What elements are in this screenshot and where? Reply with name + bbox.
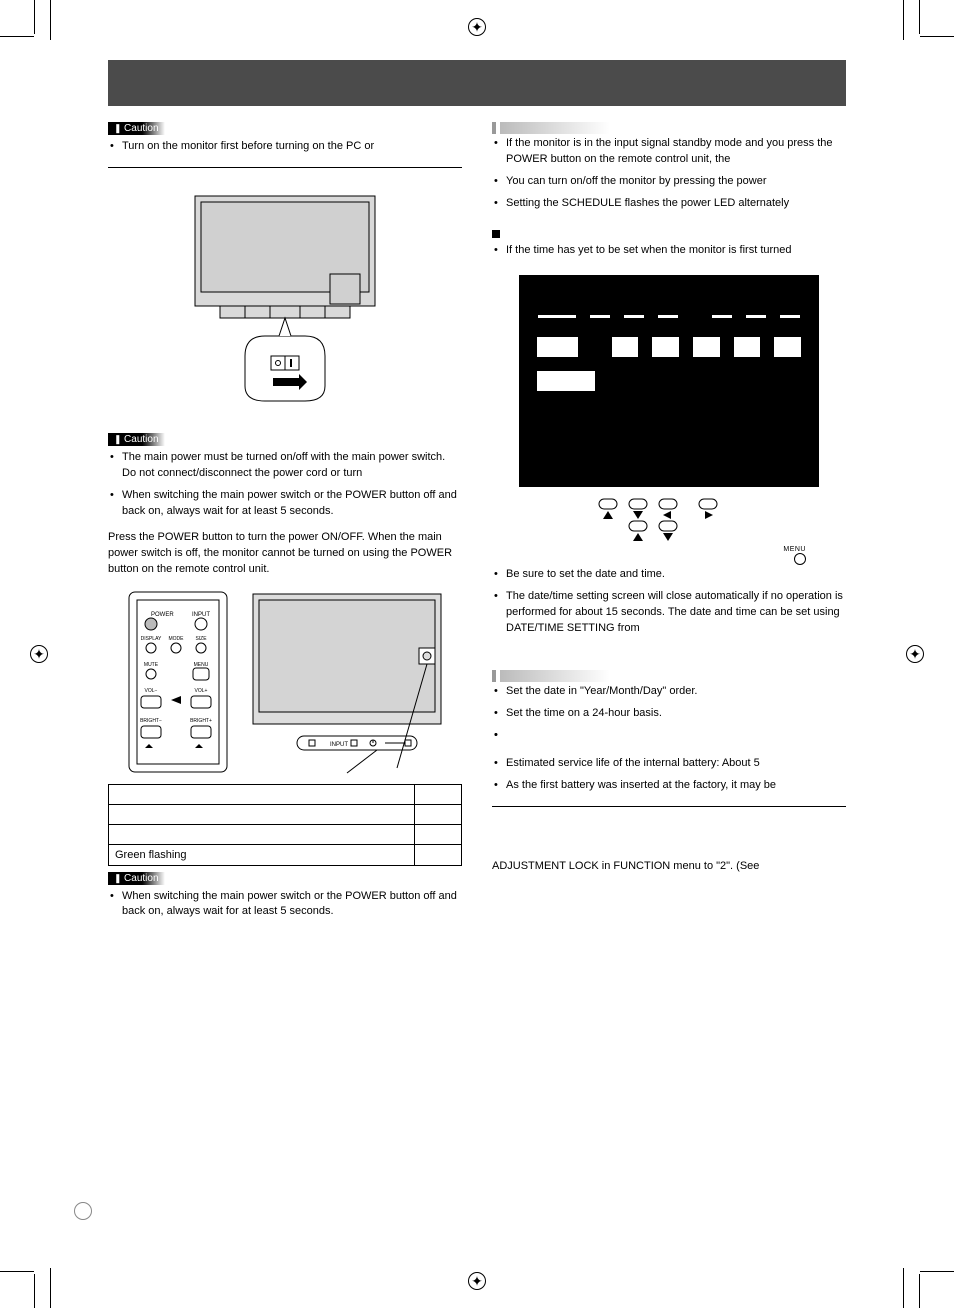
list-item: Set the time on a 24-hour basis.	[492, 706, 846, 722]
table-row: Green flashing	[109, 844, 462, 865]
page-number-circle	[74, 1202, 92, 1220]
menu-button-label: MENU	[492, 546, 846, 567]
table-cell	[109, 824, 415, 844]
figure-remote-and-monitor: POWER INPUT DISPLAY MODE SIZE MUTE MENU …	[108, 588, 462, 778]
list-item: Turn on the monitor first before turning…	[108, 139, 462, 155]
svg-text:DISPLAY: DISPLAY	[141, 636, 162, 642]
info-list: If the time has yet to be set when the m…	[492, 243, 846, 259]
svg-text:VOL−: VOL−	[145, 688, 158, 694]
table-row	[109, 804, 462, 824]
crop-mark	[903, 0, 904, 40]
registration-mark-icon	[30, 645, 48, 663]
tips-list: Set the date in "Year/Month/Day" order. …	[492, 684, 846, 722]
svg-text:BRIGHT−: BRIGHT−	[140, 718, 162, 724]
table-cell	[109, 804, 415, 824]
crop-mark	[903, 1268, 904, 1308]
list-item: You can turn on/off the monitor by press…	[492, 174, 846, 190]
paragraph: ADJUSTMENT LOCK in FUNCTION menu to "2".…	[492, 859, 846, 875]
registration-mark-icon	[468, 1272, 486, 1290]
divider	[108, 167, 462, 168]
table-cell	[414, 824, 461, 844]
divider	[492, 806, 846, 807]
caution-list: The main power must be turned on/off wit…	[108, 450, 462, 520]
table-cell: Green flashing	[109, 844, 415, 865]
list-item: Estimated service life of the internal b…	[492, 756, 846, 772]
svg-text:MODE: MODE	[169, 636, 185, 642]
figure-main-power-switch	[108, 186, 462, 409]
list-item: Be sure to set the date and time.	[492, 567, 846, 583]
table-cell	[414, 804, 461, 824]
status-table: Green flashing	[108, 784, 462, 866]
registration-mark-icon	[468, 18, 486, 36]
crop-mark	[0, 1271, 34, 1272]
svg-text:BRIGHT+: BRIGHT+	[190, 718, 212, 724]
table-cell	[109, 784, 415, 804]
figure-osd-buttons	[492, 493, 846, 546]
crop-mark	[50, 1268, 51, 1308]
svg-text:MUTE: MUTE	[144, 662, 159, 668]
right-column: If the monitor is in the input signal st…	[492, 116, 846, 930]
crop-mark	[34, 0, 35, 34]
paragraph: Press the POWER button to turn the power…	[108, 530, 462, 578]
list-item: The main power must be turned on/off wit…	[108, 450, 462, 482]
caution-badge: Caution	[108, 433, 165, 446]
svg-text:MENU: MENU	[194, 662, 209, 668]
crop-mark	[34, 1274, 35, 1308]
list-item: The date/time setting screen will close …	[492, 589, 846, 637]
tips-heading	[492, 670, 846, 682]
list-item: Set the date in "Year/Month/Day" order.	[492, 684, 846, 700]
left-column: Caution Turn on the monitor first before…	[108, 116, 462, 930]
tips-list: If the monitor is in the input signal st…	[492, 136, 846, 212]
list-item: If the time has yet to be set when the m…	[492, 243, 846, 259]
list-item: Setting the SCHEDULE flashes the power L…	[492, 196, 846, 212]
table-cell	[414, 844, 461, 865]
square-bullet-icon	[492, 230, 500, 238]
figure-osd-screen	[519, 275, 819, 487]
tips-heading	[492, 122, 846, 134]
info-list: Be sure to set the date and time. The da…	[492, 567, 846, 637]
caution-list: Turn on the monitor first before turning…	[108, 139, 462, 155]
list-item: When switching the main power switch or …	[108, 488, 462, 520]
crop-mark	[50, 0, 51, 40]
list-item: As the first battery was inserted at the…	[492, 778, 846, 794]
crop-mark	[920, 1271, 954, 1272]
caution-list: When switching the main power switch or …	[108, 889, 462, 921]
crop-mark	[919, 1274, 920, 1308]
list-item: When switching the main power switch or …	[108, 889, 462, 921]
caution-badge: Caution	[108, 122, 165, 135]
crop-mark	[0, 36, 34, 37]
list-item: If the monitor is in the input signal st…	[492, 136, 846, 168]
table-row	[109, 784, 462, 804]
svg-text:SIZE: SIZE	[195, 636, 207, 642]
svg-text:VOL+: VOL+	[195, 688, 208, 694]
table-row	[109, 824, 462, 844]
menu-button-icon	[794, 553, 806, 565]
svg-text:INPUT: INPUT	[330, 742, 348, 748]
caution-badge: Caution	[108, 872, 165, 885]
crop-mark	[919, 0, 920, 34]
remote-label: POWER	[151, 612, 174, 618]
crop-mark	[920, 36, 954, 37]
info-list: Estimated service life of the internal b…	[492, 756, 846, 794]
table-cell	[414, 784, 461, 804]
section-header-bar	[108, 60, 846, 106]
svg-text:INPUT: INPUT	[192, 612, 210, 618]
registration-mark-icon	[906, 645, 924, 663]
